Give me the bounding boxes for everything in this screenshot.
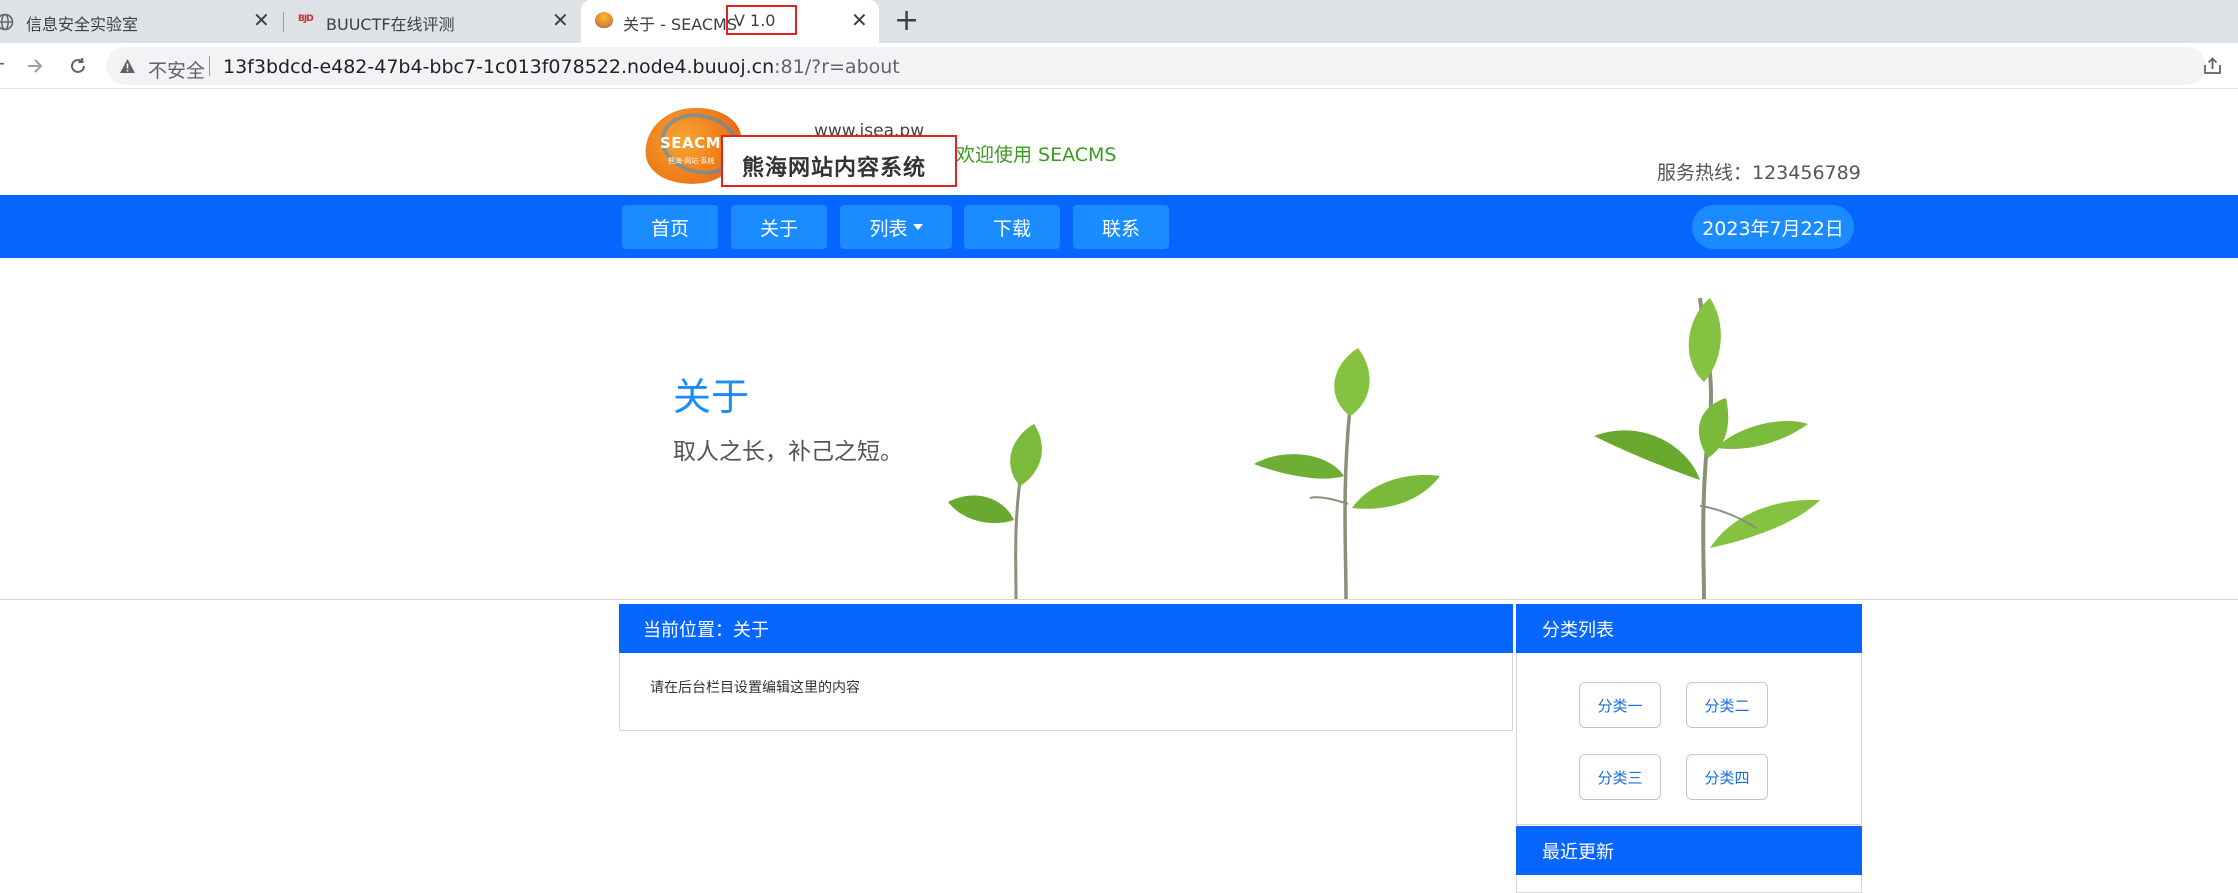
banner-subtitle: 取人之长，补己之短。 — [673, 439, 903, 465]
url-separator — [209, 56, 210, 76]
tab-buuctf[interactable]: BJD BUUCTF在线评测 ✕ — [284, 0, 580, 43]
logo-tagline: 熊海·网站·系统 — [668, 157, 715, 165]
sprout-illustration — [948, 297, 1820, 599]
browser-tab-strip: 信息安全实验室 ✕ BJD BUUCTF在线评测 ✕ 关于 - SEACMS V… — [0, 0, 2238, 43]
recent-updates-title: 最近更新 — [1542, 841, 1614, 863]
nav-about[interactable]: 关于 — [731, 205, 827, 249]
tab-title: 信息安全实验室 — [26, 15, 139, 34]
content-text: 请在后台栏目设置编辑这里的内容 — [650, 680, 860, 696]
plus-icon[interactable]: + — [894, 6, 919, 36]
nav-label: 联系 — [1101, 217, 1140, 240]
share-icon[interactable] — [2203, 57, 2223, 75]
category-list-header: 分类列表 — [1516, 604, 1862, 653]
forward-icon[interactable] — [26, 57, 44, 75]
tab-title: BUUCTF在线评测 — [326, 15, 455, 34]
seacms-favicon — [595, 12, 613, 28]
tab-version: V 1.0 — [734, 11, 776, 30]
nav-list[interactable]: 列表 — [840, 205, 952, 249]
url-text[interactable]: 13f3bdcd-e482-47b4-bbc7-1c013f078522.nod… — [223, 56, 900, 78]
breadcrumb: 当前位置：关于 — [619, 604, 1513, 653]
buuctf-favicon: BJD — [298, 14, 314, 24]
welcome-text: 欢迎使用 SEACMS — [956, 144, 1117, 166]
browser-toolbar: – 不安全 13f3bdcd-e482-47b4-bbc7-1c013f0785… — [0, 43, 2238, 89]
service-hotline: 服务热线：123456789 — [1657, 162, 1861, 184]
url-host: 13f3bdcd-e482-47b4-bbc7-1c013f078522.nod… — [223, 56, 775, 78]
site-name: 熊海网站内容系统 — [742, 156, 927, 181]
globe-icon — [0, 13, 14, 31]
recent-updates-panel — [1516, 875, 1862, 893]
close-icon[interactable]: ✕ — [253, 10, 270, 30]
nav-label: 下载 — [992, 217, 1031, 240]
page-root: 信息安全实验室 ✕ BJD BUUCTF在线评测 ✕ 关于 - SEACMS V… — [0, 0, 2238, 893]
banner-title: 关于 — [673, 375, 750, 419]
recent-updates-header: 最近更新 — [1516, 826, 1862, 875]
reload-icon[interactable] — [68, 56, 88, 76]
nav-label: 列表 — [869, 217, 908, 240]
category-button-4[interactable]: 分类四 — [1686, 754, 1768, 800]
nav-contact[interactable]: 联系 — [1073, 205, 1169, 249]
nav-label: 关于 — [759, 217, 798, 240]
close-icon[interactable]: ✕ — [552, 10, 569, 30]
tab-about-seacms[interactable]: 关于 - SEACMS V 1.0 ✕ — [581, 0, 879, 43]
chevron-down-icon — [912, 224, 923, 230]
page-banner — [0, 258, 2238, 600]
security-label: 不安全 — [148, 60, 206, 82]
warning-icon — [120, 59, 135, 73]
tab-info-security-lab[interactable]: 信息安全实验室 ✕ — [0, 0, 280, 43]
tab-title: 关于 - SEACMS — [623, 15, 738, 34]
breadcrumb-text: 当前位置：关于 — [643, 619, 769, 641]
nav-home[interactable]: 首页 — [622, 205, 718, 249]
category-button-3[interactable]: 分类三 — [1579, 754, 1661, 800]
back-icon[interactable]: – — [0, 53, 5, 75]
address-bar[interactable]: 不安全 13f3bdcd-e482-47b4-bbc7-1c013f078522… — [106, 47, 2206, 85]
url-path: :81/?r=about — [774, 56, 900, 78]
date-badge: 2023年7月22日 — [1692, 205, 1854, 249]
category-button-1[interactable]: 分类一 — [1579, 682, 1661, 728]
category-button-2[interactable]: 分类二 — [1686, 682, 1768, 728]
close-icon[interactable]: ✕ — [851, 10, 868, 30]
nav-download[interactable]: 下载 — [964, 205, 1060, 249]
category-list-title: 分类列表 — [1542, 619, 1614, 641]
nav-label: 首页 — [650, 217, 689, 240]
